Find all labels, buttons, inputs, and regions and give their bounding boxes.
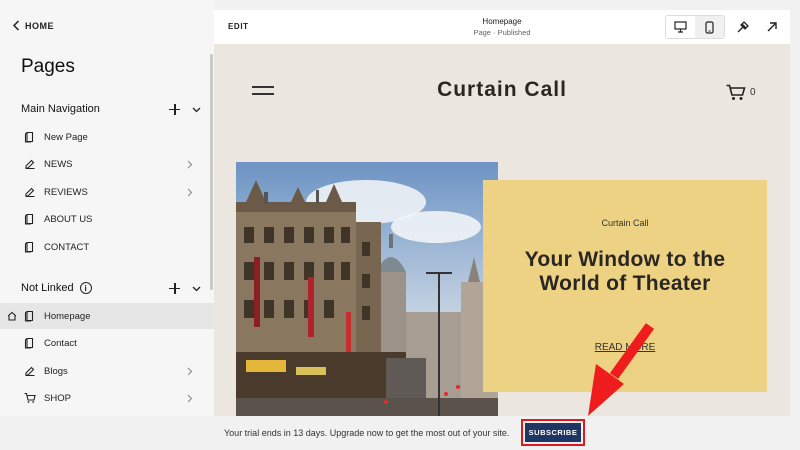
chevron-right-icon[interactable] [186, 367, 193, 376]
chevron-left-icon [12, 20, 20, 31]
sidebar-item-new-page[interactable]: New Page [0, 124, 214, 150]
blog-icon [25, 159, 35, 170]
house-icon [7, 311, 17, 321]
annotation-arrow-icon [588, 323, 655, 416]
sidebar-item-label: SHOP [44, 392, 71, 404]
home-back-link[interactable]: HOME [12, 20, 54, 31]
blog-icon [25, 366, 35, 377]
mobile-view-button[interactable] [695, 16, 724, 38]
chevron-right-icon[interactable] [186, 188, 193, 197]
hero-image [236, 162, 498, 416]
add-page-icon[interactable] [169, 282, 180, 294]
subscribe-highlight: SUBSCRIBE [521, 419, 585, 446]
chevron-down-icon[interactable] [192, 284, 201, 293]
sidebar-item-label: REVIEWS [44, 186, 88, 198]
trial-message: Your trial ends in 13 days. Upgrade now … [224, 428, 510, 438]
trial-banner: Your trial ends in 13 days. Upgrade now … [0, 416, 800, 450]
info-icon[interactable]: i [79, 282, 92, 294]
page-icon [24, 337, 34, 349]
site-title[interactable]: Curtain Call [214, 78, 790, 102]
cart-icon [24, 392, 36, 403]
design-brush-icon[interactable] [736, 20, 750, 34]
chevron-right-icon[interactable] [186, 160, 193, 169]
sidebar-item-label: Blogs [44, 365, 68, 377]
not-linked-header: Not Linked i [21, 280, 201, 296]
sidebar-item-label: Homepage [44, 310, 91, 322]
chevron-down-icon[interactable] [192, 105, 201, 114]
sidebar-item-blogs[interactable]: Blogs [0, 358, 214, 384]
sidebar-item-label: New Page [44, 131, 88, 143]
sidebar-item-label: CONTACT [44, 241, 90, 253]
sidebar-item-label: Contact [44, 337, 77, 349]
page-icon [24, 241, 34, 253]
chevron-right-icon[interactable] [186, 394, 193, 403]
add-page-icon[interactable] [169, 103, 180, 115]
sidebar-item-reviews[interactable]: REVIEWS [0, 179, 214, 205]
desktop-view-button[interactable] [666, 16, 695, 38]
blog-icon [25, 187, 35, 198]
cart-icon [726, 84, 746, 100]
page-icon [24, 213, 34, 225]
sidebar-item-label: ABOUT US [44, 213, 93, 225]
sidebar-item-news[interactable]: NEWS [0, 151, 214, 177]
subscribe-button[interactable]: SUBSCRIBE [525, 423, 581, 442]
site-preview: Curtain Call 0 Curtain Call Your Window … [214, 44, 790, 416]
pages-title: Pages [21, 56, 75, 77]
card-eyebrow: Curtain Call [601, 218, 649, 228]
main-navigation-label: Main Navigation [21, 103, 100, 115]
page-icon [24, 310, 34, 322]
sidebar-item-homepage[interactable]: Homepage [0, 303, 214, 329]
mobile-icon [705, 20, 714, 34]
device-toggle [665, 15, 725, 39]
editor-topbar: EDIT Homepage Page · Published [214, 10, 790, 44]
desktop-icon [674, 21, 687, 33]
sidebar-item-about-us[interactable]: ABOUT US [0, 206, 214, 232]
home-label: HOME [25, 20, 54, 31]
sidebar-item-contact-unlinked[interactable]: Contact [0, 330, 214, 356]
sidebar-item-contact[interactable]: CONTACT [0, 234, 214, 260]
site-cart[interactable]: 0 [726, 84, 756, 101]
not-linked-label: Not Linked [21, 282, 74, 294]
sidebar-item-label: NEWS [44, 158, 73, 170]
pages-sidebar: HOME Pages Main Navigation New Page NEWS… [0, 0, 214, 416]
cart-count: 0 [750, 87, 756, 98]
page-icon [24, 131, 34, 143]
sidebar-item-shop[interactable]: SHOP [0, 385, 214, 411]
main-navigation-header: Main Navigation [21, 101, 201, 117]
card-headline: Your Window to the World of Theater [524, 248, 726, 295]
open-external-icon[interactable] [765, 20, 779, 34]
